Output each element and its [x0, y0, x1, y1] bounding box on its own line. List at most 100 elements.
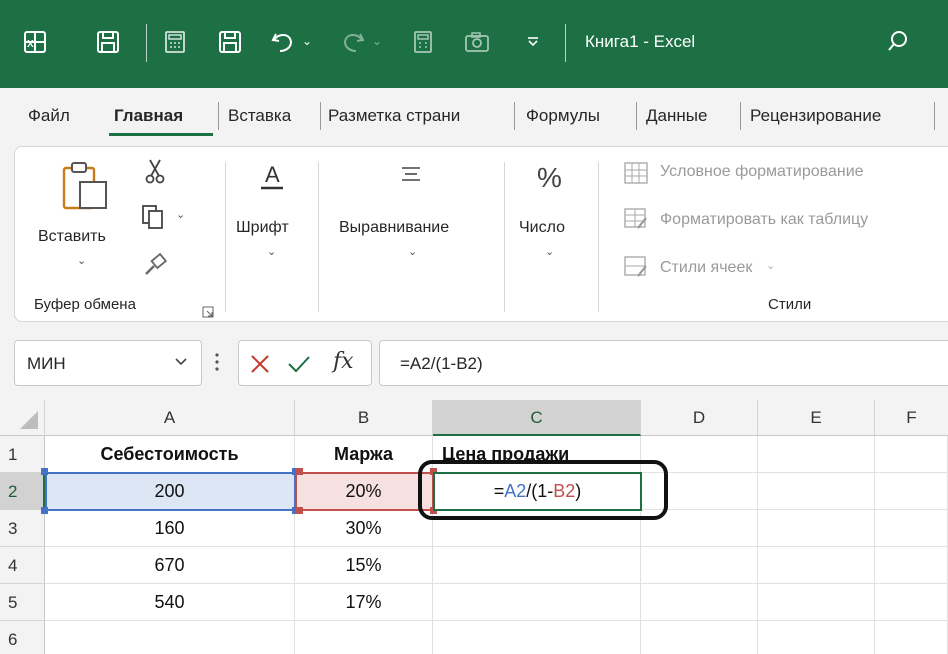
- excel-logo-icon[interactable]: X: [24, 30, 46, 60]
- conditional-format-icon[interactable]: [624, 162, 648, 188]
- table-cell[interactable]: [758, 621, 875, 654]
- font-button[interactable]: Шрифт: [236, 219, 289, 237]
- enter-icon[interactable]: [287, 353, 311, 380]
- table-cell[interactable]: [758, 436, 875, 473]
- tab-review[interactable]: Рецензирование: [750, 106, 881, 126]
- svg-text:A: A: [265, 162, 280, 187]
- select-all-icon: [20, 411, 38, 429]
- select-all-corner[interactable]: [0, 400, 45, 436]
- row-header-1[interactable]: 1: [0, 436, 45, 473]
- alignment-button[interactable]: Выравнивание: [339, 219, 449, 237]
- formula-input[interactable]: =A2/(1-B2): [379, 340, 948, 386]
- dialog-launcher-icon[interactable]: [202, 300, 214, 322]
- number-button[interactable]: Число: [519, 219, 565, 237]
- header-cell-cost[interactable]: Себестоимость: [45, 436, 295, 473]
- table-cell[interactable]: [433, 547, 641, 584]
- tab-divider: [218, 102, 219, 130]
- search-icon[interactable]: [886, 30, 910, 60]
- ribbon-divider: [318, 162, 319, 312]
- paste-chevron-icon[interactable]: ⌄: [77, 254, 86, 267]
- tab-page-layout[interactable]: Разметка страни: [328, 106, 460, 126]
- table-cell[interactable]: [295, 621, 433, 654]
- tab-formulas[interactable]: Формулы: [526, 106, 600, 126]
- paste-button[interactable]: Вставить: [38, 228, 106, 246]
- row-header-2[interactable]: 2: [0, 473, 45, 510]
- tab-file[interactable]: Файл: [28, 106, 70, 126]
- number-chevron-icon[interactable]: ⌄: [545, 245, 554, 258]
- calculator-icon[interactable]: [164, 30, 186, 60]
- save-icon[interactable]: [218, 30, 242, 60]
- header-cell-margin[interactable]: Маржа: [295, 436, 433, 473]
- table-cell[interactable]: [641, 547, 758, 584]
- name-box-value: МИН: [27, 354, 66, 373]
- table-cell[interactable]: [45, 621, 295, 654]
- insert-function-icon[interactable]: fx: [333, 349, 354, 374]
- customize-icon[interactable]: [526, 32, 540, 58]
- format-painter-icon[interactable]: [142, 252, 168, 282]
- tab-data[interactable]: Данные: [646, 106, 707, 126]
- table-cell[interactable]: [641, 584, 758, 621]
- font-color-icon[interactable]: A: [258, 160, 286, 196]
- table-cell[interactable]: [875, 510, 948, 547]
- table-cell-a4[interactable]: 670: [45, 547, 295, 584]
- format-as-table-button[interactable]: Форматировать как таблицу: [660, 211, 868, 229]
- table-cell[interactable]: [641, 621, 758, 654]
- column-header-b[interactable]: B: [295, 400, 433, 436]
- copy-chevron-icon[interactable]: ⌄: [176, 208, 185, 221]
- column-header-f[interactable]: F: [875, 400, 948, 436]
- table-cell-a5[interactable]: 540: [45, 584, 295, 621]
- more-options-icon[interactable]: [214, 352, 220, 377]
- table-cell[interactable]: [875, 436, 948, 473]
- chevron-down-icon[interactable]: [173, 353, 189, 374]
- alignment-chevron-icon[interactable]: ⌄: [408, 245, 417, 258]
- reference-border-b2: [295, 472, 434, 511]
- table-cell[interactable]: [433, 621, 641, 654]
- undo-icon[interactable]: [270, 30, 296, 60]
- row-header-4[interactable]: 4: [0, 547, 45, 584]
- font-chevron-icon[interactable]: ⌄: [267, 245, 276, 258]
- cut-icon[interactable]: [144, 158, 166, 188]
- camera-icon[interactable]: [464, 30, 490, 60]
- save-icon[interactable]: [96, 30, 120, 60]
- table-cell-a3[interactable]: 160: [45, 510, 295, 547]
- cancel-icon[interactable]: [249, 353, 271, 380]
- table-cell-b5[interactable]: 17%: [295, 584, 433, 621]
- paste-icon[interactable]: [60, 160, 112, 216]
- ref-handle: [41, 468, 48, 475]
- tab-insert[interactable]: Вставка: [228, 106, 291, 126]
- redo-dropdown-icon[interactable]: ⌄: [372, 34, 382, 48]
- table-cell[interactable]: [758, 584, 875, 621]
- percent-icon[interactable]: %: [537, 164, 562, 192]
- name-box[interactable]: МИН: [14, 340, 202, 386]
- redo-icon[interactable]: [340, 30, 366, 60]
- cell-styles-chevron-icon[interactable]: ⌄: [766, 259, 775, 272]
- table-cell[interactable]: [875, 547, 948, 584]
- row-header-5[interactable]: 5: [0, 584, 45, 621]
- table-cell[interactable]: [758, 547, 875, 584]
- format-as-table-icon[interactable]: [624, 208, 648, 234]
- table-cell[interactable]: [875, 584, 948, 621]
- column-header-c[interactable]: C: [433, 400, 641, 436]
- tab-home[interactable]: Главная: [114, 106, 183, 126]
- cell-styles-button[interactable]: Стили ячеек: [660, 259, 752, 277]
- row-header-3[interactable]: 3: [0, 510, 45, 547]
- table-cell[interactable]: [758, 473, 875, 510]
- align-icon[interactable]: [400, 164, 422, 190]
- column-header-a[interactable]: A: [45, 400, 295, 436]
- table-cell[interactable]: [433, 584, 641, 621]
- ribbon-divider: [225, 162, 226, 312]
- styles-group-label: Стили: [768, 296, 812, 313]
- table-cell-b3[interactable]: 30%: [295, 510, 433, 547]
- row-header-6[interactable]: 6: [0, 621, 45, 654]
- cell-styles-icon[interactable]: [624, 256, 648, 282]
- column-header-d[interactable]: D: [641, 400, 758, 436]
- table-cell-b4[interactable]: 15%: [295, 547, 433, 584]
- table-cell[interactable]: [758, 510, 875, 547]
- copy-icon[interactable]: [141, 204, 165, 234]
- calculator-icon[interactable]: [412, 30, 434, 60]
- column-header-e[interactable]: E: [758, 400, 875, 436]
- conditional-formatting-button[interactable]: Условное форматирование: [660, 163, 864, 181]
- undo-dropdown-icon[interactable]: ⌄: [302, 34, 312, 48]
- table-cell[interactable]: [875, 621, 948, 654]
- table-cell[interactable]: [875, 473, 948, 510]
